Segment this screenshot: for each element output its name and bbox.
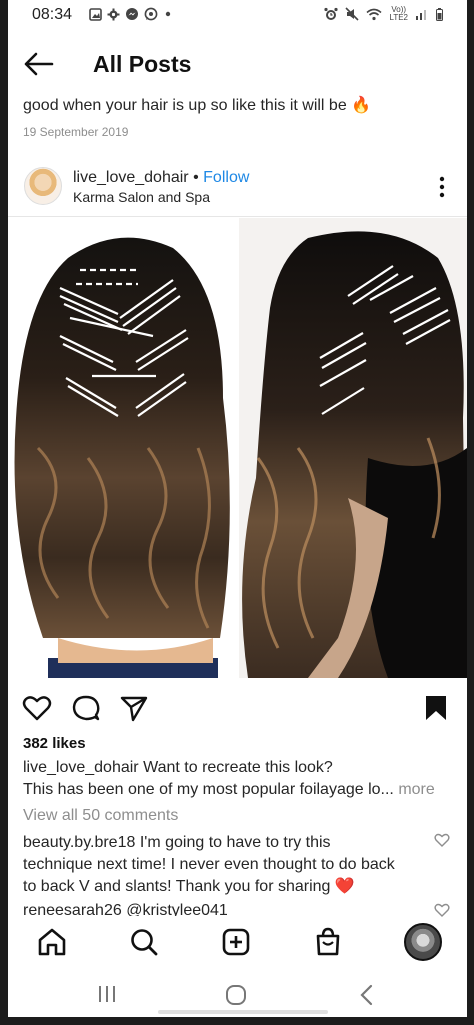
top-caption-text: good when your hair is up so like this i… <box>23 97 347 114</box>
back-arrow-icon[interactable] <box>22 50 54 78</box>
post-header: live_love_dohair • Follow Karma Salon an… <box>8 160 467 216</box>
caption-text: Want to recreate this look? <box>143 759 333 776</box>
post-caption-line2: This has been one of my most popular foi… <box>23 781 453 799</box>
post-photo[interactable] <box>8 218 467 678</box>
network-label: LTE2 <box>389 13 408 22</box>
more-options-icon[interactable] <box>439 176 445 198</box>
author-username[interactable]: live_love_dohair <box>73 169 189 186</box>
comment-mention[interactable]: @kristylee041 <box>126 902 228 916</box>
whatsapp-icon <box>144 7 158 21</box>
page-title: All Posts <box>93 51 192 77</box>
heart-icon[interactable] <box>22 693 52 723</box>
comment-icon[interactable] <box>71 693 101 723</box>
profile-avatar[interactable] <box>404 923 442 961</box>
author-avatar[interactable] <box>24 167 62 205</box>
dot-icon <box>165 11 171 17</box>
post-divider <box>8 216 467 217</box>
view-all-comments[interactable]: View all 50 comments <box>23 807 178 825</box>
post-location[interactable]: Karma Salon and Spa <box>73 189 210 205</box>
screen-frame-left <box>0 0 8 1025</box>
status-bar: 08:34 Vo)) LTE2 <box>8 0 467 30</box>
follow-button[interactable]: Follow <box>203 169 249 186</box>
share-icon[interactable] <box>119 693 149 723</box>
image-icon <box>89 7 102 21</box>
comment-like-icon[interactable] <box>434 832 450 848</box>
shop-icon[interactable] <box>312 926 344 958</box>
comment-like-icon[interactable] <box>434 902 450 918</box>
comment-text-line3: to back V and slants! Thank you for shar… <box>23 878 331 895</box>
alarm-icon <box>324 7 339 20</box>
comment-line-3: to back V and slants! Thank you for shar… <box>23 876 418 898</box>
separator-dot: • <box>193 169 199 186</box>
settings-icon <box>107 8 120 20</box>
recent-apps-icon[interactable] <box>96 984 118 1004</box>
status-notification-icons <box>89 7 173 21</box>
caption-more-link[interactable]: more <box>394 781 434 798</box>
system-back-icon[interactable] <box>358 984 374 1006</box>
system-navigation <box>8 970 467 1017</box>
heart-emoji: ❤️ <box>334 878 355 895</box>
signal-icon <box>416 10 426 20</box>
hair-photo-illustration <box>8 218 467 678</box>
fire-emoji: 🔥 <box>351 97 372 114</box>
add-post-icon[interactable] <box>220 926 252 958</box>
comment-item: beauty.by.bre18 I'm going to have to try… <box>23 832 418 898</box>
bookmark-icon[interactable] <box>421 693 451 723</box>
caption-username[interactable]: live_love_dohair <box>23 759 139 776</box>
status-system-icons: Vo)) LTE2 <box>324 6 443 22</box>
bottom-navigation <box>8 918 467 966</box>
caption-text-2: This has been one of my most popular foi… <box>23 781 394 798</box>
messenger-icon <box>126 8 138 20</box>
screen-frame-bottom <box>0 1017 474 1025</box>
likes-count[interactable]: 382 likes <box>23 735 86 752</box>
wifi-icon <box>366 8 382 20</box>
home-button-icon[interactable] <box>225 984 247 1006</box>
comment-text-line2: technique next time! I never even though… <box>23 856 395 873</box>
comment-username[interactable]: beauty.by.bre18 <box>23 834 135 851</box>
battery-icon <box>436 7 443 21</box>
gesture-bar <box>158 1010 328 1014</box>
top-caption: good when your hair is up so like this i… <box>23 95 371 115</box>
comment-username[interactable]: reneesarah26 <box>23 902 122 916</box>
screen-frame-right <box>467 0 474 1025</box>
post-caption-line1: live_love_dohair Want to recreate this l… <box>23 759 453 777</box>
search-icon[interactable] <box>128 926 160 958</box>
post-actions <box>8 688 467 728</box>
comment-item: reneesarah26 @kristylee041 <box>23 900 418 916</box>
status-time: 08:34 <box>32 6 73 23</box>
page-header: All Posts <box>8 40 467 88</box>
mute-icon <box>345 7 360 21</box>
post-date: 19 September 2019 <box>23 125 129 139</box>
home-icon[interactable] <box>36 926 68 958</box>
comment-line: beauty.by.bre18 I'm going to have to try… <box>23 832 418 854</box>
author-line: live_love_dohair • Follow <box>73 169 249 187</box>
comment-text: I'm going to have to try this <box>139 834 331 851</box>
network-type: Vo)) LTE2 <box>389 6 408 22</box>
